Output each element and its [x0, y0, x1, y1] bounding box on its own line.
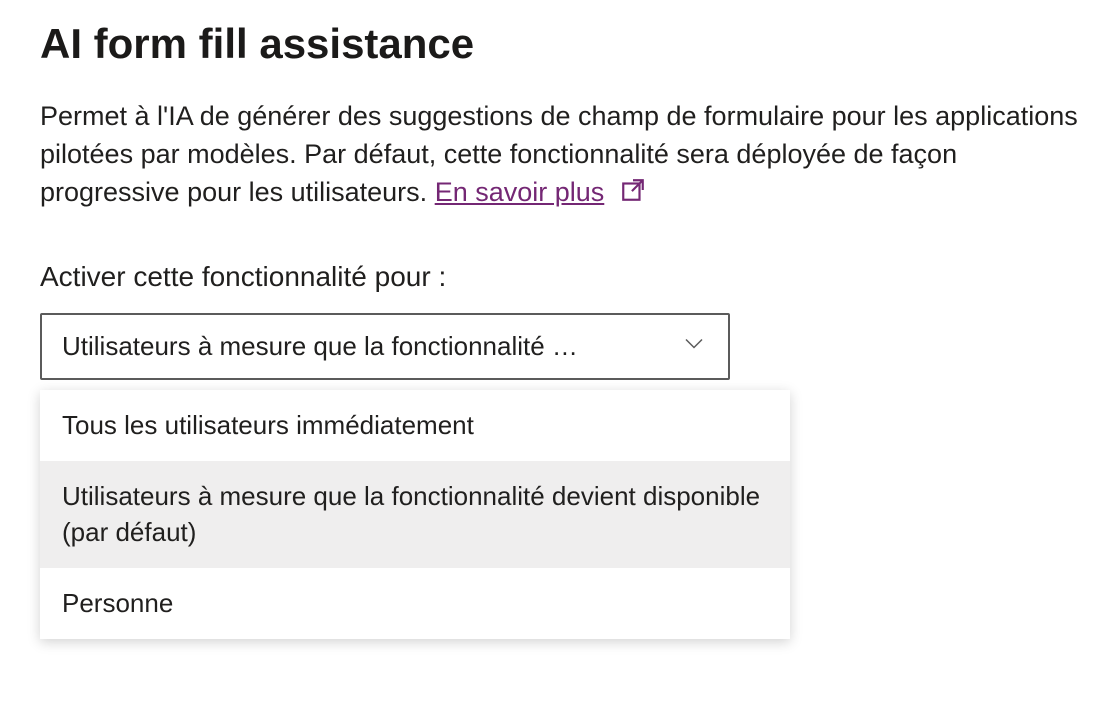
- dropdown-menu: Tous les utilisateurs immédiatement Util…: [40, 390, 790, 638]
- chevron-down-icon: [682, 331, 706, 362]
- enable-for-dropdown[interactable]: Utilisateurs à mesure que la fonctionnal…: [40, 313, 730, 380]
- dropdown-selected-text: Utilisateurs à mesure que la fonctionnal…: [62, 331, 578, 361]
- enable-for-label: Activer cette fonctionnalité pour :: [40, 261, 1087, 293]
- dropdown-option-nobody[interactable]: Personne: [40, 568, 790, 639]
- learn-more-link[interactable]: En savoir plus: [435, 177, 605, 207]
- external-link-icon: [620, 176, 646, 214]
- dropdown-option-all-users[interactable]: Tous les utilisateurs immédiatement: [40, 390, 790, 461]
- dropdown-button[interactable]: Utilisateurs à mesure que la fonctionnal…: [40, 313, 730, 380]
- dropdown-option-as-available[interactable]: Utilisateurs à mesure que la fonctionnal…: [40, 461, 790, 567]
- feature-description: Permet à l'IA de générer des suggestions…: [40, 98, 1080, 211]
- page-title: AI form fill assistance: [40, 20, 1087, 68]
